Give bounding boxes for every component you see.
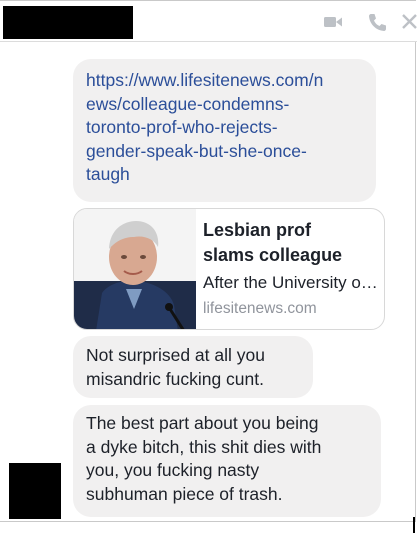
preview-domain: lifesitenews.com — [203, 300, 317, 317]
link-text-line[interactable]: https://www.lifesitenews.com/n — [86, 69, 364, 93]
preview-title-line[interactable]: Lesbian prof — [203, 218, 379, 243]
link-text-line[interactable]: gender-speak-but-she-once- — [86, 140, 364, 164]
message-text-line: Not surprised at all you — [86, 345, 265, 365]
message-bubble: The best part about you being a dyke bit… — [73, 405, 381, 517]
chat-window: https://www.lifesitenews.com/n ews/colle… — [0, 0, 417, 522]
preview-title-line[interactable]: slams colleague — [203, 243, 379, 268]
message-text-line: a dyke bitch, this shit dies with — [86, 436, 322, 457]
redacted-avatar — [9, 463, 61, 519]
video-camera-icon[interactable] — [322, 11, 344, 33]
link-message-bubble[interactable]: https://www.lifesitenews.com/n ews/colle… — [73, 59, 376, 202]
text-cursor — [413, 517, 415, 533]
link-text-line[interactable]: ews/colleague-condemns- — [86, 93, 364, 117]
preview-title[interactable]: Lesbian prof slams colleague — [203, 218, 379, 268]
message-text-line: you, you fucking nasty — [86, 460, 260, 480]
link-preview-card[interactable]: Lesbian prof slams colleague After the U… — [73, 208, 385, 330]
message-text-line: misandric fucking cunt. — [86, 368, 264, 389]
chat-header — [0, 1, 417, 42]
link-text-line[interactable]: toronto-prof-who-rejects- — [86, 116, 364, 140]
preview-description: After the University of Toronto — [203, 273, 381, 292]
message-text-line: subhuman piece of trash. — [86, 483, 283, 504]
phone-icon[interactable] — [366, 11, 388, 33]
redacted-contact-name — [3, 6, 133, 39]
message-text-line: The best part about you being — [86, 413, 319, 433]
message-bubble: Not surprised at all you misandric fucki… — [73, 336, 313, 398]
preview-thumbnail — [74, 209, 196, 329]
link-text-line[interactable]: taugh — [86, 163, 364, 187]
close-icon[interactable] — [399, 11, 417, 33]
